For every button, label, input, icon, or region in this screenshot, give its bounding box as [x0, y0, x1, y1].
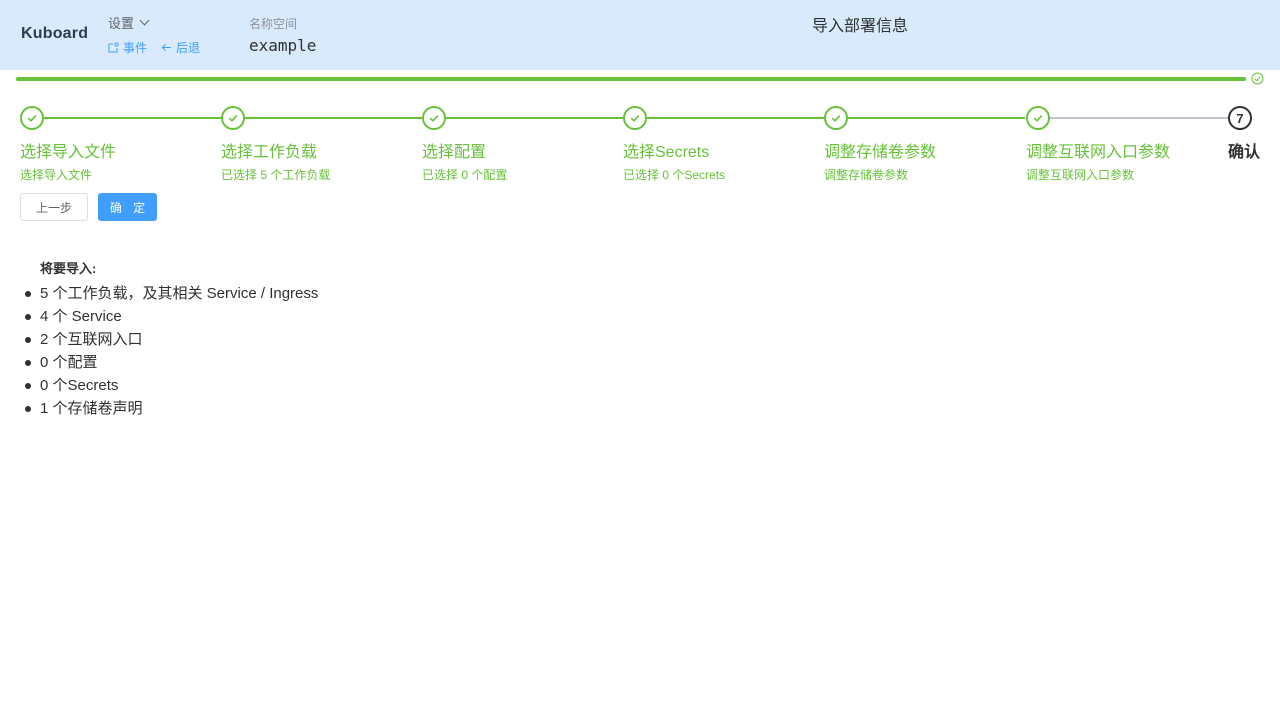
step-title: 选择配置 [422, 144, 487, 161]
check-icon [630, 115, 640, 122]
check-icon [1033, 115, 1043, 122]
step-connector [647, 117, 824, 119]
step-status [221, 106, 245, 130]
step-title: 选择Secrets [623, 144, 710, 161]
events-link-label: 事件 [123, 41, 148, 55]
step-status [824, 106, 848, 130]
step-status [623, 106, 647, 130]
summary-item: 0 个配置 [24, 352, 318, 375]
progress-success-icon [1251, 72, 1264, 85]
step-description: 已选择 0 个配置 [422, 168, 508, 182]
summary-item: 0 个Secrets [24, 375, 318, 398]
app-header: Kuboard 设置 事件 后退 名称空间 example 导入部署信息 [0, 0, 1280, 70]
page-title: 导入部署信息 [812, 18, 909, 35]
confirm-button[interactable]: 确 定 [98, 193, 157, 221]
chevron-down-icon [139, 15, 150, 26]
check-icon [228, 115, 238, 122]
step-title: 选择导入文件 [20, 144, 117, 161]
step-description: 调整互联网入口参数 [1026, 168, 1135, 182]
namespace-label: 名称空间 [249, 17, 298, 31]
check-icon [831, 115, 841, 122]
step-status [20, 106, 44, 130]
events-link[interactable]: 事件 [108, 39, 147, 56]
namespace-value: example [249, 36, 317, 55]
step-description: 已选择 5 个工作负载 [221, 168, 331, 182]
events-icon [108, 42, 119, 53]
step-status [1026, 106, 1050, 130]
check-icon [429, 115, 439, 122]
summary-title: 将要导入: [40, 261, 97, 276]
summary-item: 1 个存储卷声明 [24, 398, 318, 421]
step-title: 调整存储卷参数 [824, 144, 937, 161]
step-connector [1050, 117, 1228, 119]
step-description: 选择导入文件 [20, 168, 93, 182]
app-logo[interactable]: Kuboard [21, 25, 88, 43]
step-connector [44, 117, 221, 119]
step-connector [446, 117, 623, 119]
header-links: 事件 后退 [108, 39, 200, 56]
summary-list: 5 个工作负载，及其相关 Service / Ingress 4 个 Servi… [24, 283, 318, 421]
step-title: 调整互联网入口参数 [1026, 144, 1171, 161]
steps: 选择导入文件 选择导入文件 选择工作负载 已选择 5 个工作负载 选择配置 已选… [20, 106, 1260, 186]
summary-item: 2 个互联网入口 [24, 329, 318, 352]
settings-dropdown[interactable]: 设置 [108, 13, 150, 32]
step-title: 选择工作负载 [221, 144, 318, 161]
step-status [422, 106, 446, 130]
check-icon [27, 115, 37, 122]
progress-bar [16, 77, 1246, 81]
summary-item: 5 个工作负载，及其相关 Service / Ingress [24, 283, 318, 306]
step-title: 确认 [1228, 144, 1261, 161]
step-description: 已选择 0 个Secrets [623, 168, 726, 182]
step-description: 调整存储卷参数 [824, 168, 909, 182]
step-connector [245, 117, 422, 119]
step-connector [848, 117, 1025, 119]
settings-label: 设置 [108, 16, 135, 31]
back-link-label: 后退 [176, 41, 201, 55]
summary-item: 4 个 Service [24, 306, 318, 329]
prev-step-button[interactable]: 上一步 [20, 193, 88, 221]
arrow-left-icon [161, 44, 172, 51]
step-number: 7 [1228, 106, 1252, 130]
back-link[interactable]: 后退 [161, 39, 200, 56]
